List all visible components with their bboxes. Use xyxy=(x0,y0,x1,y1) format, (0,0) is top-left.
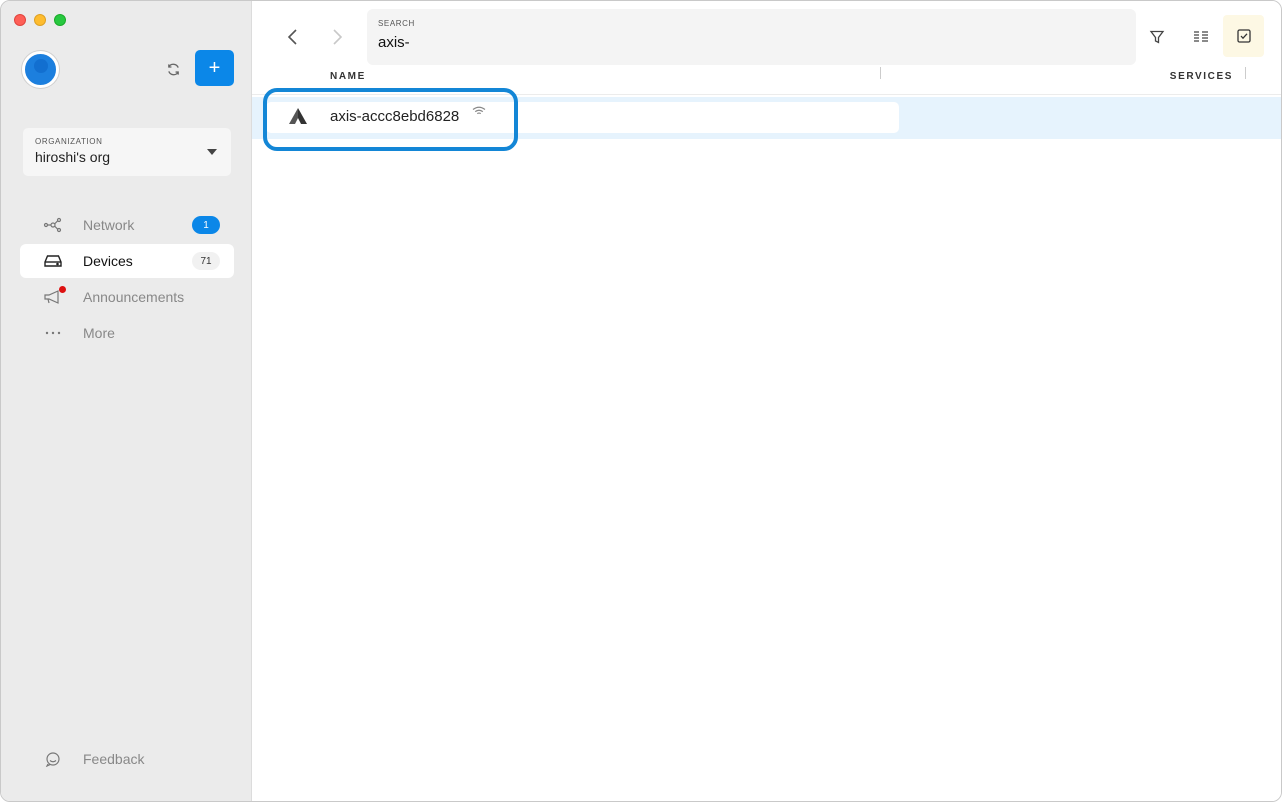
network-icon xyxy=(42,216,64,234)
sidebar: + ORGANIZATION hiroshi's org Network 1 D… xyxy=(1,1,252,801)
drive-icon xyxy=(42,252,64,270)
organization-label: ORGANIZATION xyxy=(35,137,103,146)
wifi-icon xyxy=(472,106,486,115)
plus-icon: + xyxy=(208,56,221,79)
table-header: NAME SERVICES xyxy=(252,67,1281,95)
column-services-header[interactable]: SERVICES xyxy=(1170,71,1233,82)
refresh-icon xyxy=(167,63,179,75)
back-button[interactable] xyxy=(280,23,304,51)
history-nav xyxy=(280,23,350,51)
chat-smile-icon xyxy=(42,750,64,768)
checkbox-icon xyxy=(1236,29,1251,43)
sidebar-nav: Network 1 Devices 71 Announcements More xyxy=(20,208,234,352)
sidebar-item-label: Network xyxy=(83,217,135,233)
notification-dot xyxy=(59,286,66,293)
table-row[interactable]: axis-accc8ebd6828 xyxy=(252,97,1281,139)
feedback-label: Feedback xyxy=(83,751,145,767)
window-controls xyxy=(14,14,66,26)
more-dots-icon xyxy=(42,324,64,342)
organization-value: hiroshi's org xyxy=(35,149,111,165)
sidebar-item-label: Devices xyxy=(83,253,133,269)
devices-count-badge: 71 xyxy=(192,252,220,270)
organization-selector[interactable]: ORGANIZATION hiroshi's org xyxy=(23,128,231,176)
refresh-button[interactable] xyxy=(160,56,186,82)
network-count-badge: 1 xyxy=(192,216,220,234)
sidebar-item-network[interactable]: Network 1 xyxy=(20,208,234,242)
sidebar-item-more[interactable]: More xyxy=(20,316,234,350)
search-label: SEARCH xyxy=(378,19,415,28)
sidebar-item-label: More xyxy=(83,325,115,341)
search-input[interactable] xyxy=(378,34,1125,51)
add-button[interactable]: + xyxy=(195,50,234,86)
filter-button[interactable] xyxy=(1139,19,1175,55)
column-divider[interactable] xyxy=(880,67,881,79)
columns-list-icon xyxy=(1194,31,1208,42)
device-name: axis-accc8ebd6828 xyxy=(330,108,460,125)
app-window: + ORGANIZATION hiroshi's org Network 1 D… xyxy=(0,0,1282,802)
column-name-header[interactable]: NAME xyxy=(330,71,366,82)
chevron-down-icon xyxy=(207,149,217,155)
columns-button[interactable] xyxy=(1183,19,1219,55)
sidebar-item-label: Announcements xyxy=(83,289,185,305)
chevron-right-icon xyxy=(333,29,343,45)
sidebar-item-devices[interactable]: Devices 71 xyxy=(20,244,234,278)
search-box: SEARCH xyxy=(367,9,1136,65)
zoom-window-button[interactable] xyxy=(54,14,66,26)
feedback-button[interactable]: Feedback xyxy=(20,742,234,776)
avatar[interactable] xyxy=(22,51,59,88)
main-content: SEARCH NAME SERVICES axis xyxy=(252,1,1281,801)
chevron-left-icon xyxy=(287,29,297,45)
filter-icon xyxy=(1149,30,1165,44)
minimize-window-button[interactable] xyxy=(34,14,46,26)
column-divider[interactable] xyxy=(1245,67,1246,79)
axis-logo-icon xyxy=(289,108,307,124)
select-mode-button[interactable] xyxy=(1223,15,1264,57)
close-window-button[interactable] xyxy=(14,14,26,26)
forward-button[interactable] xyxy=(326,23,350,51)
sidebar-item-announcements[interactable]: Announcements xyxy=(20,280,234,314)
